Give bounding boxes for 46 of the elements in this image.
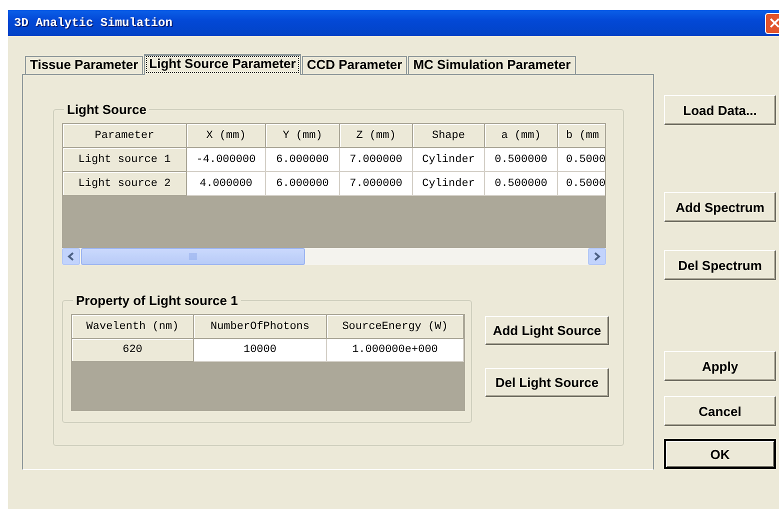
scrollbar-thumb[interactable] bbox=[81, 248, 305, 265]
column-header: X (mm) bbox=[187, 124, 266, 148]
table-cell: 6.000000 bbox=[266, 172, 340, 196]
scroll-right-button[interactable] bbox=[588, 248, 606, 265]
grip-icon bbox=[189, 253, 197, 260]
table-cell: 0.5000 bbox=[558, 148, 605, 172]
side-button[interactable]: Add Spectrum bbox=[664, 192, 776, 222]
table-cell: Cylinder bbox=[413, 172, 485, 196]
side-button[interactable]: Del Spectrum bbox=[664, 250, 776, 280]
side-button[interactable]: Load Data... bbox=[664, 95, 776, 125]
column-header: b (mm bbox=[558, 124, 605, 148]
column-header: Parameter bbox=[63, 124, 187, 148]
tab[interactable]: Light Source Parameter bbox=[144, 54, 301, 75]
tab[interactable]: MC Simulation Parameter bbox=[408, 56, 576, 74]
column-header: Y (mm) bbox=[266, 124, 340, 148]
column-header: Z (mm) bbox=[340, 124, 413, 148]
side-button[interactable]: Apply bbox=[664, 351, 776, 381]
column-header: a (mm) bbox=[485, 124, 558, 148]
table-cell: Cylinder bbox=[413, 148, 485, 172]
light-source-button[interactable]: Add Light Source bbox=[485, 316, 609, 345]
table-cell: 10000 bbox=[194, 339, 327, 362]
table-cell: 7.000000 bbox=[340, 148, 413, 172]
row-header: 620 bbox=[72, 339, 194, 362]
window-title: 3D Analytic Simulation bbox=[13, 16, 172, 30]
group-title: Property of Light source 1 bbox=[75, 293, 239, 308]
column-header: Wavelenth (nm) bbox=[72, 315, 194, 339]
table-cell: 0.5000 bbox=[558, 172, 605, 196]
side-button[interactable]: OK bbox=[664, 439, 776, 469]
column-header: SourceEnergy (W) bbox=[327, 315, 464, 339]
row-header: Light source 2 bbox=[63, 172, 187, 196]
scroll-left-button[interactable] bbox=[62, 248, 80, 265]
column-header: Shape bbox=[413, 124, 485, 148]
column-header: NumberOfPhotons bbox=[194, 315, 327, 339]
group-title: Light Source bbox=[66, 102, 148, 117]
tab[interactable]: CCD Parameter bbox=[302, 56, 408, 74]
table-cell: 0.500000 bbox=[485, 148, 558, 172]
light-source-button[interactable]: Del Light Source bbox=[485, 368, 609, 397]
table-cell: 6.000000 bbox=[266, 148, 340, 172]
tab[interactable]: Tissue Parameter bbox=[25, 56, 144, 74]
side-button[interactable]: Cancel bbox=[664, 396, 776, 426]
table-cell: 1.000000e+000 bbox=[327, 339, 464, 362]
row-header: Light source 1 bbox=[63, 148, 187, 172]
table-cell: 0.500000 bbox=[485, 172, 558, 196]
table-cell: -4.000000 bbox=[187, 148, 266, 172]
table-cell: 7.000000 bbox=[340, 172, 413, 196]
table-cell: 4.000000 bbox=[187, 172, 266, 196]
